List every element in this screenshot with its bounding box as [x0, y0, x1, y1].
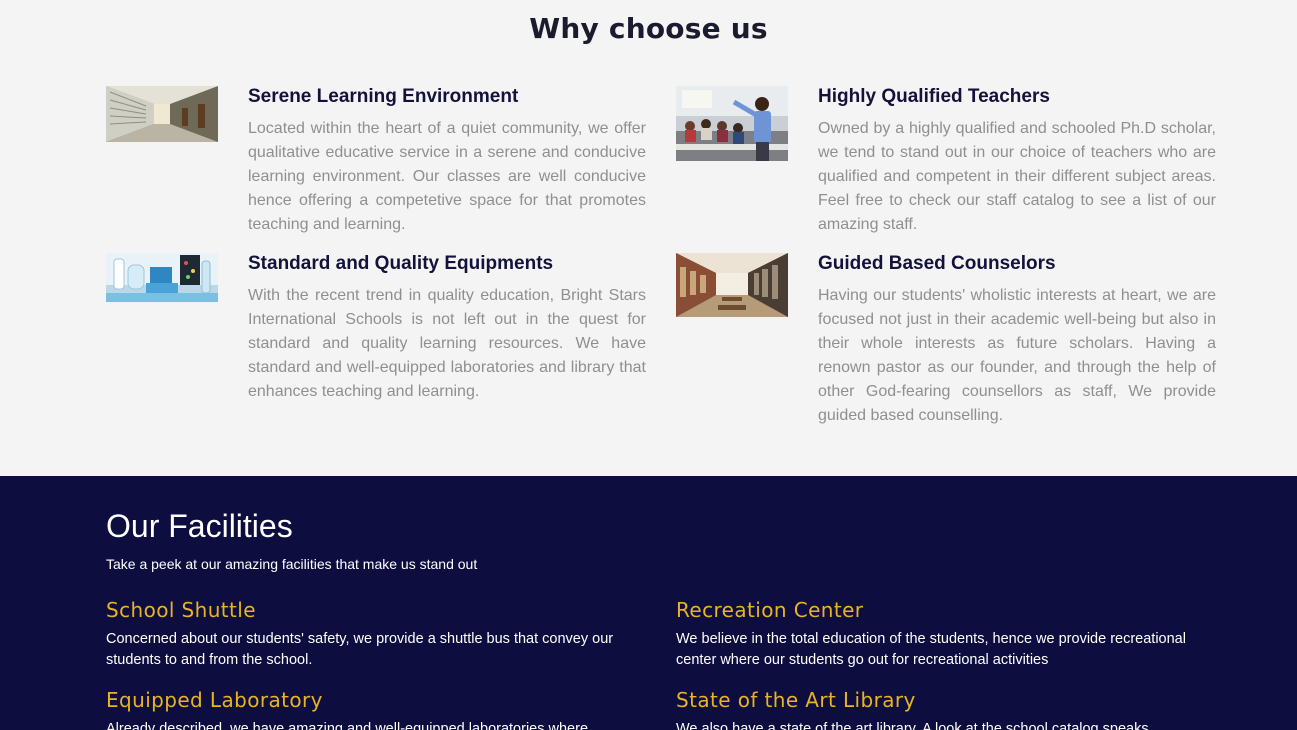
feature-title: Guided Based Counselors [818, 253, 1056, 274]
feature-title: Serene Learning Environment [248, 86, 519, 107]
hallway-photo [106, 86, 218, 147]
facilities-section: Our Facilities Take a peek at our amazin… [0, 476, 1297, 730]
classroom-teacher-photo [676, 86, 788, 166]
facility-recreation-center: Recreation Center We believe in the tota… [676, 598, 1196, 671]
facility-description: We believe in the total education of the… [676, 631, 1186, 668]
facility-description: Already described, we have amazing and w… [106, 721, 589, 730]
section-title: Why choose us [529, 12, 768, 45]
library-photo [676, 253, 788, 322]
facility-title: Equipped Laboratory [106, 688, 323, 712]
facility-library: State of the Art Library We also have a … [676, 688, 1196, 730]
facility-description: We also have a state of the art library.… [676, 721, 1149, 730]
facility-description: Concerned about our students' safety, we… [106, 631, 614, 668]
facility-school-shuttle: School Shuttle Concerned about our stude… [106, 598, 626, 671]
facilities-title: Our Facilities [106, 508, 293, 544]
laboratory-photo [106, 253, 218, 307]
why-choose-us-section: Why choose us Serene Learning Environmen… [0, 0, 1297, 476]
feature-description: Having our students' wholistic interests… [818, 287, 1216, 424]
facility-equipped-laboratory: Equipped Laboratory Already described, w… [106, 688, 626, 730]
facilities-subtitle: Take a peek at our amazing facilities th… [106, 556, 478, 572]
facility-title: Recreation Center [676, 598, 864, 622]
feature-description: With the recent trend in quality educati… [248, 287, 646, 400]
facility-title: School Shuttle [106, 598, 256, 622]
feature-description: Owned by a highly qualified and schooled… [818, 120, 1216, 233]
feature-title: Standard and Quality Equipments [248, 253, 554, 274]
feature-title: Highly Qualified Teachers [818, 86, 1050, 107]
facility-title: State of the Art Library [676, 688, 916, 712]
feature-description: Located within the heart of a quiet comm… [248, 120, 646, 233]
